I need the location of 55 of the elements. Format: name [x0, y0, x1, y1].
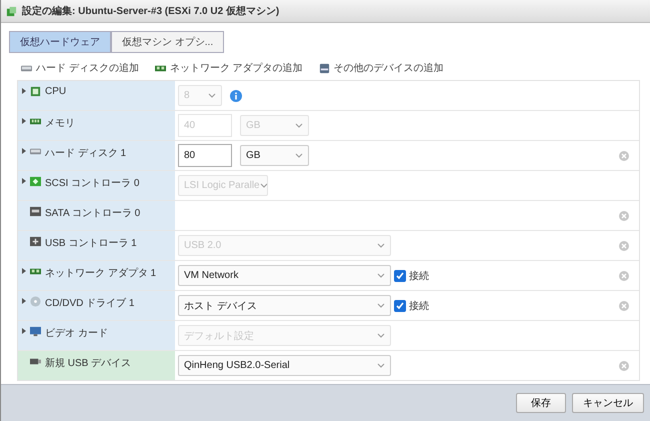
- checkbox[interactable]: [394, 270, 406, 282]
- expand-icon[interactable]: [22, 298, 26, 304]
- caret-icon: [377, 243, 385, 248]
- tab[interactable]: 仮想マシン オプシ...: [111, 31, 224, 53]
- device-label: 新規 USB デバイス: [45, 356, 132, 370]
- monitor-icon: [30, 326, 41, 337]
- device-label: CD/DVD ドライブ 1: [45, 296, 134, 310]
- vm-icon: [6, 6, 17, 16]
- expand-icon[interactable]: [22, 118, 26, 124]
- caret-icon: [377, 303, 385, 308]
- checkbox[interactable]: [394, 300, 406, 312]
- expand-icon[interactable]: [22, 148, 26, 154]
- usb-icon: [30, 236, 41, 247]
- size-field[interactable]: 80: [178, 144, 232, 167]
- expand-icon[interactable]: [22, 178, 26, 184]
- device-label: ハード ディスク 1: [45, 147, 126, 160]
- device-label: SCSI コントローラ 0: [45, 177, 140, 190]
- device-label: ビデオ カード: [45, 327, 108, 340]
- device-label: メモリ: [45, 117, 75, 130]
- memory-icon: [30, 116, 41, 127]
- checkbox-label: 接続: [409, 270, 429, 282]
- usb-icon: [30, 356, 41, 367]
- info-icon[interactable]: [230, 90, 242, 102]
- caret-icon: [295, 123, 303, 128]
- dropdown[interactable]: VM Network: [178, 265, 391, 286]
- add-button[interactable]: その他のデバイスの追加: [318, 61, 444, 75]
- add-button[interactable]: ハード ディスクの追加: [21, 61, 139, 75]
- dialog-button[interactable]: 保存: [516, 393, 566, 413]
- window-title: 設定の編集: Ubuntu-Server-#3 (ESXi 7.0 U2 仮想マシン): [22, 4, 280, 18]
- caret-icon: [377, 273, 385, 278]
- caret-icon: [260, 183, 267, 188]
- chip-icon: [30, 86, 41, 97]
- caret-icon: [295, 153, 303, 158]
- device-label: CPU: [45, 86, 66, 97]
- controller-icon: [30, 176, 41, 187]
- add-button[interactable]: ネットワーク アダプタの追加: [154, 61, 303, 75]
- checkbox-label: 接続: [409, 300, 429, 312]
- device-label: USB コントローラ 1: [45, 237, 137, 250]
- dropdown[interactable]: GB: [240, 145, 309, 166]
- expand-icon[interactable]: [22, 88, 26, 94]
- network-card-icon: [30, 266, 41, 277]
- tab[interactable]: 仮想ハードウェア: [9, 31, 111, 53]
- dropdown[interactable]: ホスト デバイス: [178, 295, 391, 316]
- expand-icon[interactable]: [22, 328, 26, 334]
- device-label: ネットワーク アダプタ 1: [45, 266, 156, 280]
- controller-icon: [30, 206, 41, 217]
- caret-icon: [208, 93, 216, 98]
- dropdown[interactable]: QinHeng USB2.0-Serial: [178, 355, 391, 376]
- disc-icon: [30, 296, 41, 307]
- device-label: SATA コントローラ 0: [45, 207, 140, 220]
- caret-icon: [377, 363, 385, 368]
- caret-icon: [377, 333, 385, 338]
- device-icon: [318, 62, 330, 74]
- dialog-button[interactable]: キャンセル: [572, 393, 644, 413]
- expand-icon[interactable]: [22, 268, 26, 274]
